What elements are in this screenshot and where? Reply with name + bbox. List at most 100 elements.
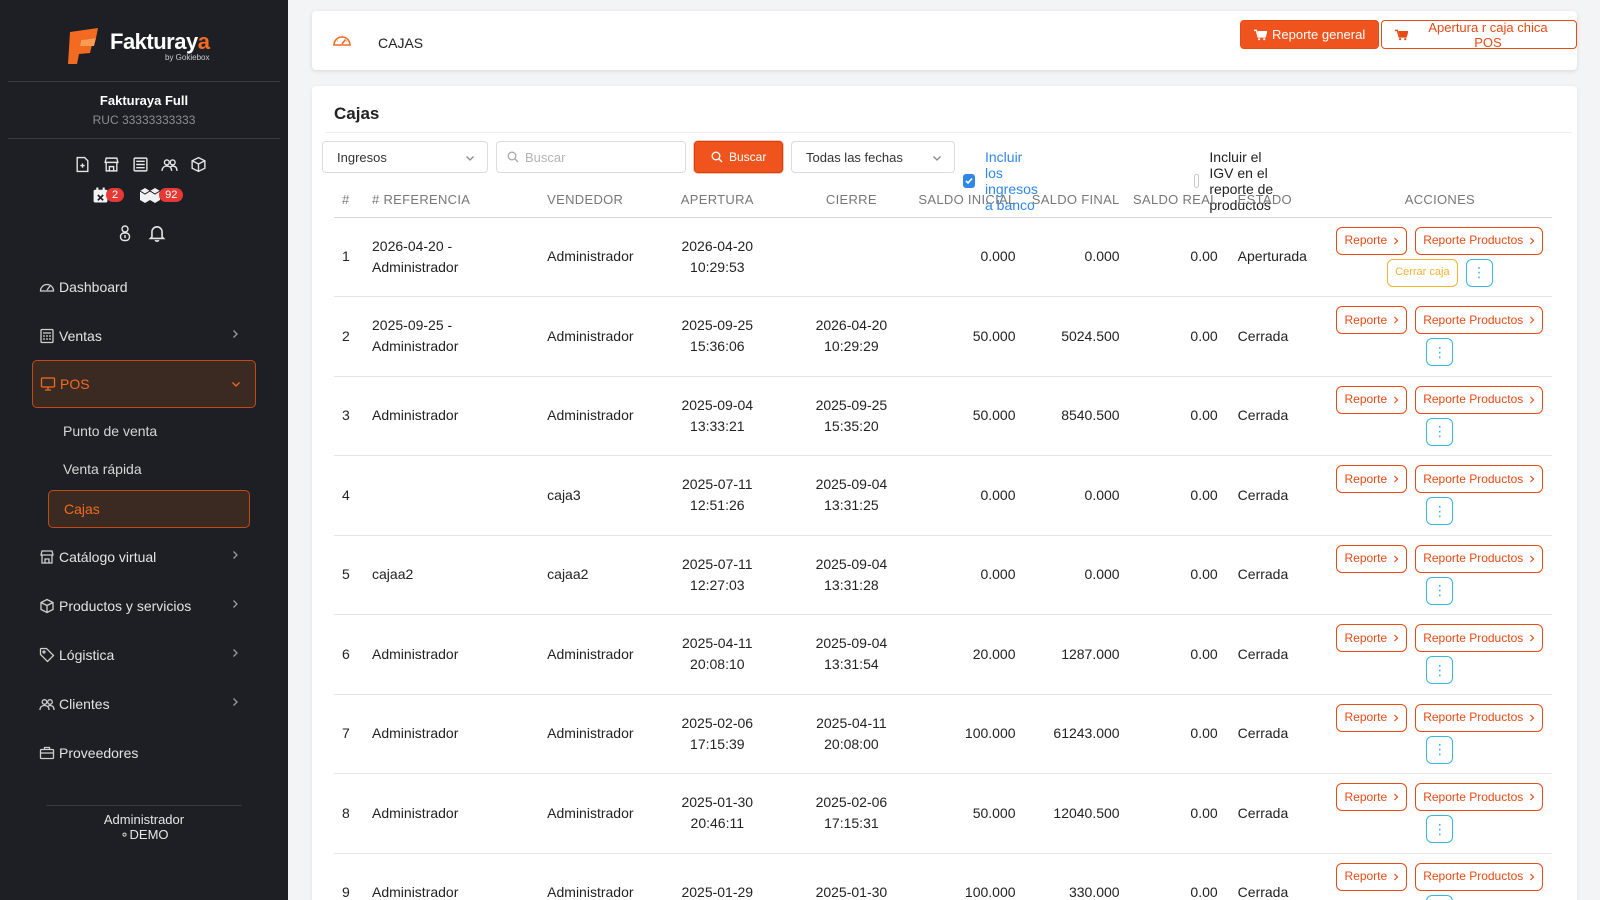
cell-reference: Administrador xyxy=(362,376,538,456)
cell-reference: Administrador xyxy=(362,773,538,854)
products-report-button[interactable]: Reporte Productos xyxy=(1415,783,1544,812)
sidebar-item-label: Clientes xyxy=(59,695,110,712)
chevron-right-icon xyxy=(1394,873,1399,881)
cell-real-balance: 0.00 xyxy=(1129,853,1228,900)
list-icon[interactable] xyxy=(132,156,149,173)
store-icon[interactable] xyxy=(103,156,120,173)
report-button[interactable]: Reporte xyxy=(1336,862,1408,891)
cell-final-balance: 12040.500 xyxy=(1025,773,1130,854)
bell-icon[interactable] xyxy=(148,224,166,242)
products-report-button[interactable]: Reporte Productos xyxy=(1415,385,1544,414)
cell-final-balance: 0.000 xyxy=(1025,535,1130,615)
sidebar-item-logistica[interactable]: Lógistica xyxy=(0,630,288,679)
more-options-icon[interactable]: ⋮ xyxy=(1426,656,1454,685)
cell-opening: 2025-01-29 xyxy=(647,853,788,900)
report-button[interactable]: Reporte xyxy=(1336,226,1408,255)
cell-real-balance: 0.00 xyxy=(1129,296,1228,377)
close-cash-button[interactable]: Cerrar caja xyxy=(1387,258,1458,287)
products-report-button[interactable]: Reporte Productos xyxy=(1415,862,1544,891)
cell-opening: 2025-07-11 12:51:26 xyxy=(647,455,788,536)
col-header-real-balance: SALDO REAL xyxy=(1129,182,1228,218)
monitor-icon xyxy=(40,377,56,391)
dates-select[interactable]: Todas las fechas xyxy=(791,141,955,173)
sidebar-footer[interactable]: Administrador ⚬DEMO xyxy=(0,812,288,842)
divider xyxy=(46,805,242,806)
users-icon[interactable] xyxy=(161,156,178,173)
sidebar-item-ventas[interactable]: Ventas xyxy=(0,311,288,360)
incognito-icon[interactable] xyxy=(118,224,132,242)
type-select[interactable]: Ingresos xyxy=(322,141,488,173)
search-button-label: Buscar xyxy=(729,150,767,164)
brand-logo[interactable]: Fakturaya by Gokiebox xyxy=(68,26,210,64)
chevron-right-icon xyxy=(1530,396,1535,404)
search-button[interactable]: Buscar xyxy=(694,141,784,173)
general-report-button[interactable]: Reporte general xyxy=(1240,20,1380,49)
more-options-icon[interactable]: ⋮ xyxy=(1426,338,1454,367)
more-options-icon[interactable]: ⋮ xyxy=(1426,417,1454,446)
open-petty-cash-button[interactable]: Apertura r caja chica POS xyxy=(1381,20,1577,50)
sidebar-item-label: Productos y servicios xyxy=(59,597,192,614)
more-options-icon[interactable]: ⋮ xyxy=(1426,497,1454,526)
products-report-button[interactable]: Reporte Productos xyxy=(1415,306,1544,335)
report-button[interactable]: Reporte xyxy=(1336,465,1408,494)
sidebar-subitem-venta-rapida[interactable]: Venta rápida xyxy=(0,450,288,488)
calendar-count-badge: 2 xyxy=(106,188,125,202)
report-button[interactable]: Reporte xyxy=(1336,703,1408,732)
calendar-badge[interactable]: 2 xyxy=(92,186,125,204)
col-header-final-balance: SALDO FINAL xyxy=(1025,182,1130,218)
chevron-right-icon xyxy=(1394,396,1399,404)
products-report-button[interactable]: Reporte Productos xyxy=(1415,703,1544,732)
table-row: 9 Administrador Administrador 2025-01-29… xyxy=(334,853,1552,900)
type-select-value: Ingresos xyxy=(337,149,387,165)
cell-initial-balance: 0.000 xyxy=(915,535,1026,615)
chevron-right-icon xyxy=(1394,714,1399,722)
report-button[interactable]: Reporte xyxy=(1336,544,1408,573)
chevron-right-icon xyxy=(233,698,238,706)
cell-state: Cerrada xyxy=(1227,614,1328,695)
col-header-num: # xyxy=(334,182,363,218)
cell-actions: Reporte Reporte Productos ⋮ xyxy=(1327,455,1552,536)
cell-initial-balance: 0.000 xyxy=(915,455,1026,536)
products-report-button[interactable]: Reporte Productos xyxy=(1415,624,1544,653)
products-report-button[interactable]: Reporte Productos xyxy=(1415,544,1544,573)
cell-state: Cerrada xyxy=(1227,376,1328,456)
cell-num: 6 xyxy=(334,614,363,695)
sidebar-item-pos[interactable]: POS xyxy=(32,360,256,408)
boxes-badge[interactable]: 92 xyxy=(138,186,184,204)
box-icon[interactable] xyxy=(190,156,207,173)
search-box[interactable] xyxy=(496,141,686,173)
cell-final-balance: 8540.500 xyxy=(1025,376,1130,456)
sidebar-item-catalogo[interactable]: Catálogo virtual xyxy=(0,532,288,581)
report-button[interactable]: Reporte xyxy=(1336,385,1408,414)
products-report-button[interactable]: Reporte Productos xyxy=(1415,226,1544,255)
chevron-right-icon xyxy=(1394,237,1399,245)
report-button[interactable]: Reporte xyxy=(1336,624,1408,653)
cell-final-balance: 61243.000 xyxy=(1025,694,1130,774)
sidebar-item-dashboard[interactable]: Dashboard xyxy=(0,262,288,311)
user-icons xyxy=(118,224,166,242)
sidebar-item-clientes[interactable]: Clientes xyxy=(0,679,288,728)
search-input[interactable] xyxy=(525,149,675,165)
search-icon xyxy=(711,151,723,163)
cell-initial-balance: 0.000 xyxy=(915,217,1026,297)
more-options-icon[interactable]: ⋮ xyxy=(1426,735,1454,764)
chevron-right-icon xyxy=(1530,237,1535,245)
more-options-icon[interactable]: ⋮ xyxy=(1426,576,1454,605)
file-icon[interactable] xyxy=(74,156,91,173)
report-button[interactable]: Reporte xyxy=(1336,783,1408,812)
sidebar-item-productos[interactable]: Productos y servicios xyxy=(0,581,288,630)
products-report-button[interactable]: Reporte Productos xyxy=(1415,465,1544,494)
report-button[interactable]: Reporte xyxy=(1336,306,1408,335)
more-options-icon[interactable]: ⋮ xyxy=(1426,815,1454,844)
cell-state: Cerrada xyxy=(1227,535,1328,615)
sidebar-subitem-punto-de-venta[interactable]: Punto de venta xyxy=(0,412,288,450)
sidebar-item-label: Dashboard xyxy=(59,278,128,295)
cell-closing: 2025-09-25 15:35:20 xyxy=(787,376,916,456)
sidebar-subitem-cajas[interactable]: Cajas xyxy=(48,490,250,528)
cell-vendor: Administrador xyxy=(537,853,648,900)
more-options-icon[interactable]: ⋮ xyxy=(1465,258,1493,287)
divider xyxy=(8,81,280,82)
more-options-icon[interactable]: ⋮ xyxy=(1426,894,1454,900)
cell-state: Aperturada xyxy=(1227,217,1328,297)
sidebar-item-proveedores[interactable]: Proveedores xyxy=(0,728,288,777)
